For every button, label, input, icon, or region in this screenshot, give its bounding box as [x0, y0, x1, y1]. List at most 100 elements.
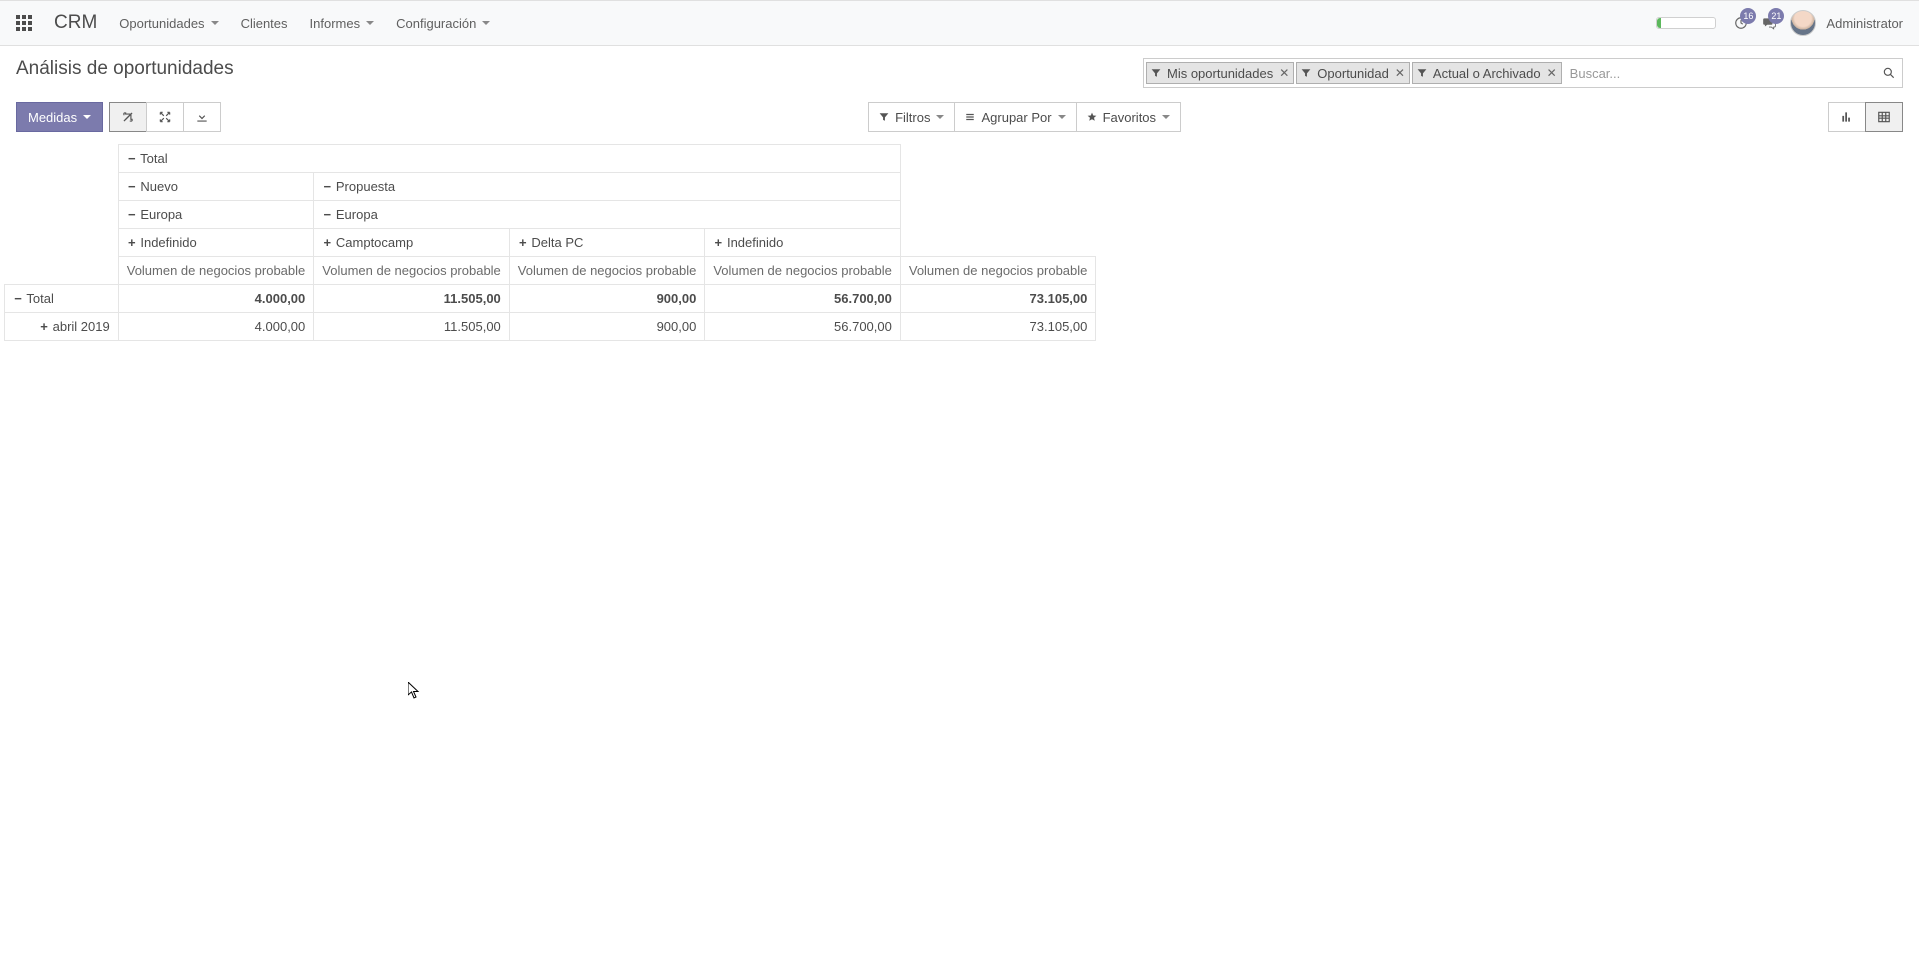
expand-icon[interactable]: +: [39, 319, 49, 334]
measures-button[interactable]: Medidas: [16, 102, 103, 132]
progress-bar: [1656, 17, 1716, 29]
col-header-region-europa-2[interactable]: − Europa: [314, 201, 901, 229]
table-icon: [1877, 110, 1891, 124]
funnel-icon: [1301, 68, 1311, 78]
filter-tag-remove[interactable]: ✕: [1279, 66, 1289, 80]
pivot-corner: [5, 145, 119, 173]
apps-grid-icon[interactable]: [16, 15, 32, 31]
pivot-view-button[interactable]: [1865, 102, 1903, 132]
expand-icon[interactable]: +: [322, 235, 332, 250]
expand-icon[interactable]: +: [127, 235, 137, 250]
view-switch-group: [1828, 102, 1903, 132]
collapse-icon[interactable]: −: [127, 207, 137, 222]
pivot-action-group: [109, 102, 221, 132]
row-header-total[interactable]: − Total: [5, 285, 119, 313]
filter-tag-actual-archivado[interactable]: Actual o Archivado ✕: [1412, 62, 1562, 84]
groupby-button[interactable]: Agrupar Por: [954, 102, 1076, 132]
collapse-icon[interactable]: −: [322, 207, 332, 222]
button-label: Medidas: [28, 110, 77, 125]
bar-chart-icon: [1840, 110, 1854, 124]
filter-tag-oportunidad[interactable]: Oportunidad ✕: [1296, 62, 1410, 84]
search-area: Mis oportunidades ✕ Oportunidad ✕ Actual…: [234, 58, 1903, 88]
measure-label[interactable]: Volumen de negocios probable: [118, 257, 314, 285]
filters-button[interactable]: Filtros: [868, 102, 955, 132]
graph-view-button[interactable]: [1828, 102, 1866, 132]
star-icon: [1087, 112, 1097, 122]
col-header-region-europa-1[interactable]: − Europa: [118, 201, 314, 229]
messages-badge: 21: [1768, 8, 1784, 24]
activity-icon[interactable]: 16: [1734, 16, 1748, 30]
col-header-company-indefinido-2[interactable]: + Indefinido: [705, 229, 901, 257]
nav-label: Configuración: [396, 16, 476, 31]
measure-label[interactable]: Volumen de negocios probable: [509, 257, 705, 285]
toolbar: Medidas Filtros Agrupar Por Favoritos: [0, 94, 1919, 144]
collapse-icon[interactable]: −: [13, 291, 23, 306]
search-input[interactable]: [1564, 60, 1876, 86]
nav-configuracion[interactable]: Configuración: [396, 16, 490, 31]
row-header-abril-2019[interactable]: + abril 2019: [5, 313, 119, 341]
caret-down-icon: [366, 21, 374, 25]
messages-icon[interactable]: 21: [1762, 16, 1776, 30]
col-header-label: Propuesta: [336, 179, 395, 194]
collapse-icon[interactable]: −: [322, 179, 332, 194]
row-header-label: abril 2019: [53, 319, 110, 334]
pivot-cell: 73.105,00: [900, 285, 1096, 313]
app-name[interactable]: CRM: [54, 12, 97, 34]
pivot-cell: 900,00: [509, 285, 705, 313]
filter-tag-mis-oportunidades[interactable]: Mis oportunidades ✕: [1146, 62, 1294, 84]
page-title: Análisis de oportunidades: [16, 58, 234, 80]
col-header-company-indefinido-1[interactable]: + Indefinido: [118, 229, 314, 257]
col-header-label: Indefinido: [140, 235, 196, 250]
filter-tag-label: Oportunidad: [1317, 66, 1389, 81]
col-header-stage-nuevo[interactable]: − Nuevo: [118, 173, 314, 201]
search-icon[interactable]: [1882, 66, 1896, 80]
pivot-table: − Total − Nuevo − Propuesta: [4, 144, 1096, 341]
col-header-label: Delta PC: [531, 235, 583, 250]
caret-down-icon: [83, 115, 91, 119]
collapse-icon[interactable]: −: [127, 179, 137, 194]
col-header-stage-propuesta[interactable]: − Propuesta: [314, 173, 901, 201]
funnel-icon: [879, 112, 889, 122]
download-button[interactable]: [183, 102, 221, 132]
filter-tag-label: Actual o Archivado: [1433, 66, 1541, 81]
measure-label[interactable]: Volumen de negocios probable: [900, 257, 1096, 285]
filter-tag-remove[interactable]: ✕: [1547, 66, 1557, 80]
col-header-label: Nuevo: [140, 179, 178, 194]
col-header-label: Europa: [140, 207, 182, 222]
expand-icon[interactable]: +: [713, 235, 723, 250]
fullscreen-icon: [158, 110, 172, 124]
measure-label[interactable]: Volumen de negocios probable: [314, 257, 510, 285]
top-nav-bar: CRM Oportunidades Clientes Informes Conf…: [0, 0, 1919, 46]
user-avatar[interactable]: [1790, 10, 1816, 36]
pivot-cell: 900,00: [509, 313, 705, 341]
caret-down-icon: [211, 21, 219, 25]
button-label: Filtros: [895, 110, 930, 125]
expand-icon[interactable]: +: [518, 235, 528, 250]
nav-oportunidades[interactable]: Oportunidades: [119, 16, 218, 31]
pivot-cell: 4.000,00: [118, 285, 314, 313]
col-header-total[interactable]: − Total: [118, 145, 900, 173]
button-label: Favoritos: [1103, 110, 1156, 125]
pivot-cell: 11.505,00: [314, 313, 510, 341]
search-box[interactable]: Mis oportunidades ✕ Oportunidad ✕ Actual…: [1143, 58, 1903, 88]
nav-informes[interactable]: Informes: [310, 16, 375, 31]
nav-clientes[interactable]: Clientes: [241, 16, 288, 31]
nav-label: Oportunidades: [119, 16, 204, 31]
pivot-cell: 4.000,00: [118, 313, 314, 341]
caret-down-icon: [482, 21, 490, 25]
col-header-company-deltapc[interactable]: + Delta PC: [509, 229, 705, 257]
user-name-label[interactable]: Administrator: [1826, 16, 1903, 31]
favorites-button[interactable]: Favoritos: [1076, 102, 1181, 132]
expand-all-button[interactable]: [146, 102, 184, 132]
flip-axis-button[interactable]: [109, 102, 147, 132]
collapse-icon[interactable]: −: [127, 151, 137, 166]
funnel-icon: [1417, 68, 1427, 78]
pivot-table-container: − Total − Nuevo − Propuesta: [0, 144, 1919, 341]
expand-arrows-icon: [121, 110, 135, 124]
filter-tag-remove[interactable]: ✕: [1395, 66, 1405, 80]
col-header-label: Camptocamp: [336, 235, 413, 250]
pivot-cell: 73.105,00: [900, 313, 1096, 341]
col-header-company-camptocamp[interactable]: + Camptocamp: [314, 229, 510, 257]
control-bar: Análisis de oportunidades Mis oportunida…: [0, 46, 1919, 94]
measure-label[interactable]: Volumen de negocios probable: [705, 257, 901, 285]
